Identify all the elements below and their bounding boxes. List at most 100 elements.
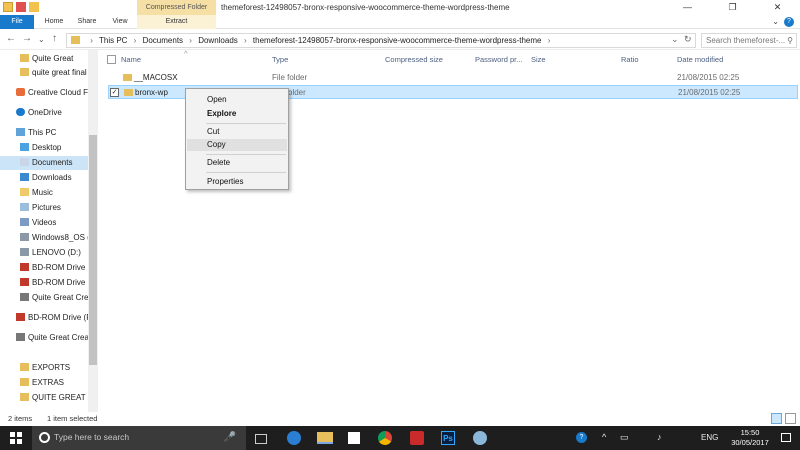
- app-icon[interactable]: [473, 431, 487, 445]
- help-icon[interactable]: ?: [784, 17, 794, 27]
- maximize-button[interactable]: ❐: [710, 0, 755, 15]
- bd-rom-icon: [20, 278, 29, 286]
- show-hidden-icons-icon[interactable]: ^: [602, 432, 606, 442]
- nav-item-exports[interactable]: EXPORTS: [0, 361, 88, 375]
- nav-item-label: LENOVO (D:): [32, 248, 81, 257]
- creative-cloud-icon: [16, 88, 25, 96]
- breadcrumb-downloads[interactable]: Downloads: [198, 36, 238, 45]
- nav-item-bd-rom-e[interactable]: BD-ROM Drive (E: [0, 261, 88, 275]
- scrollbar-thumb[interactable]: [89, 135, 97, 365]
- task-view-icon[interactable]: [255, 434, 267, 444]
- nav-item-bd-rom-drive-f[interactable]: BD-ROM Drive (F:): [0, 311, 88, 325]
- start-button[interactable]: [10, 432, 22, 444]
- file-row[interactable]: __MACOSX File folder 21/08/2015 02:25: [108, 71, 798, 85]
- nav-item-pictures[interactable]: Pictures: [0, 201, 88, 215]
- close-button[interactable]: ✕: [755, 0, 800, 15]
- nav-item-quite-great-crea[interactable]: Quite Great Crea: [0, 291, 88, 305]
- nav-item-documents[interactable]: Documents: [0, 156, 88, 170]
- photoshop-icon[interactable]: Ps: [441, 431, 455, 445]
- menu-item-explore[interactable]: Explore: [187, 108, 287, 120]
- nav-item-onedrive[interactable]: OneDrive: [0, 106, 88, 120]
- nav-item-quite-great[interactable]: Quite Great: [0, 52, 88, 66]
- nav-item-this-pc[interactable]: This PC: [0, 126, 88, 140]
- up-button[interactable]: ↑: [52, 33, 57, 44]
- tab-view[interactable]: View: [110, 15, 130, 29]
- nav-item-extras[interactable]: EXTRAS: [0, 376, 88, 390]
- nav-item-desktop[interactable]: Desktop: [0, 141, 88, 155]
- tab-home[interactable]: Home: [42, 15, 66, 29]
- taskbar-search-placeholder: Type here to search: [54, 432, 130, 442]
- windows-logo-icon: [10, 432, 15, 437]
- forward-button[interactable]: →: [22, 33, 32, 44]
- nav-item-lenovo[interactable]: LENOVO (D:): [0, 246, 88, 260]
- battery-icon[interactable]: ▭: [620, 432, 629, 443]
- expand-ribbon-icon[interactable]: ⌄: [772, 17, 779, 27]
- desktop-icon: [20, 143, 29, 151]
- address-bar[interactable]: › This PC › Documents › Downloads › them…: [66, 33, 696, 48]
- column-header-compressed-size[interactable]: Compressed size: [385, 55, 443, 64]
- tab-file[interactable]: File: [0, 15, 34, 29]
- nav-item-label: Pictures: [32, 203, 61, 212]
- search-input[interactable]: Search themeforest-... ⚲: [701, 33, 797, 48]
- clock[interactable]: 15:50 30/05/2017: [726, 428, 774, 448]
- nav-item-windows8-os[interactable]: Windows8_OS (C: [0, 231, 88, 245]
- usb-drive-icon: [16, 333, 25, 341]
- action-center-icon[interactable]: [781, 433, 791, 442]
- column-header-type[interactable]: Type: [272, 55, 288, 64]
- file-type: File folder: [272, 73, 308, 82]
- nav-item-label: quite great final j: [32, 68, 88, 77]
- ribbon-tabs: File Home Share View Extract ⌄ ?: [0, 15, 800, 29]
- new-folder-icon[interactable]: [29, 2, 39, 12]
- properties-icon[interactable]: [16, 2, 26, 12]
- menu-item-open[interactable]: Open: [187, 94, 287, 106]
- store-icon[interactable]: [348, 432, 360, 444]
- file-date: 21/08/2015 02:25: [678, 88, 741, 97]
- menu-item-copy[interactable]: Copy: [187, 139, 287, 151]
- recent-locations-button[interactable]: ⌄: [38, 35, 45, 44]
- nav-item-quite-great-creativ[interactable]: Quite Great Creativ: [0, 331, 88, 345]
- details-view-button[interactable]: [771, 413, 782, 424]
- breadcrumb-documents[interactable]: Documents: [143, 36, 183, 45]
- nav-item-label: Documents: [32, 158, 73, 167]
- nav-item-label: Music: [32, 188, 53, 197]
- refresh-button[interactable]: ↻: [684, 34, 692, 45]
- red-app-icon[interactable]: [410, 431, 424, 445]
- help-tray-icon[interactable]: ?: [576, 432, 587, 443]
- breadcrumb-this-pc[interactable]: This PC: [99, 36, 127, 45]
- breadcrumb-themeforest-folder[interactable]: themeforest-12498057-bronx-responsive-wo…: [253, 36, 542, 45]
- minimize-button[interactable]: —: [665, 0, 710, 15]
- back-button[interactable]: ←: [6, 33, 16, 44]
- column-header-size[interactable]: Size: [531, 55, 546, 64]
- column-header-date-modified[interactable]: Date modified: [677, 55, 723, 64]
- quick-access-toolbar: [3, 2, 39, 12]
- menu-item-cut[interactable]: Cut: [187, 126, 287, 138]
- file-explorer-icon[interactable]: [317, 432, 333, 444]
- language-indicator[interactable]: ENG: [701, 433, 718, 442]
- nav-item-videos[interactable]: Videos: [0, 216, 88, 230]
- column-header-name[interactable]: Name: [121, 55, 141, 64]
- chrome-icon[interactable]: [378, 431, 392, 445]
- taskbar-search-box[interactable]: Type here to search 🎤: [32, 426, 246, 450]
- nav-item-label: EXPORTS: [32, 363, 71, 372]
- large-icons-view-button[interactable]: [785, 413, 796, 424]
- tab-share[interactable]: Share: [75, 15, 99, 29]
- nav-item-music[interactable]: Music: [0, 186, 88, 200]
- navigation-scrollbar[interactable]: [88, 50, 98, 412]
- microphone-icon[interactable]: 🎤: [224, 432, 236, 443]
- nav-item-bd-rom-f[interactable]: BD-ROM Drive (F: [0, 276, 88, 290]
- menu-item-delete[interactable]: Delete: [187, 157, 287, 169]
- column-header-password-protected[interactable]: Password pr...: [475, 55, 523, 64]
- volume-icon[interactable]: ♪: [657, 432, 662, 442]
- column-header-ratio[interactable]: Ratio: [621, 55, 639, 64]
- address-dropdown-icon[interactable]: ⌄: [671, 34, 679, 45]
- nav-item-quite-great-pii[interactable]: QUITE GREAT PII: [0, 391, 88, 405]
- select-all-checkbox[interactable]: [107, 55, 116, 64]
- edge-icon[interactable]: [287, 431, 301, 445]
- row-checkbox[interactable]: ✓: [110, 88, 119, 97]
- nav-item-downloads[interactable]: Downloads: [0, 171, 88, 185]
- nav-item-quite-great-final[interactable]: quite great final j: [0, 66, 88, 80]
- nav-item-creative-cloud[interactable]: Creative Cloud File: [0, 86, 88, 100]
- menu-item-properties[interactable]: Properties: [187, 176, 287, 188]
- folder-icon: [71, 36, 80, 44]
- tab-extract[interactable]: Extract: [137, 15, 216, 29]
